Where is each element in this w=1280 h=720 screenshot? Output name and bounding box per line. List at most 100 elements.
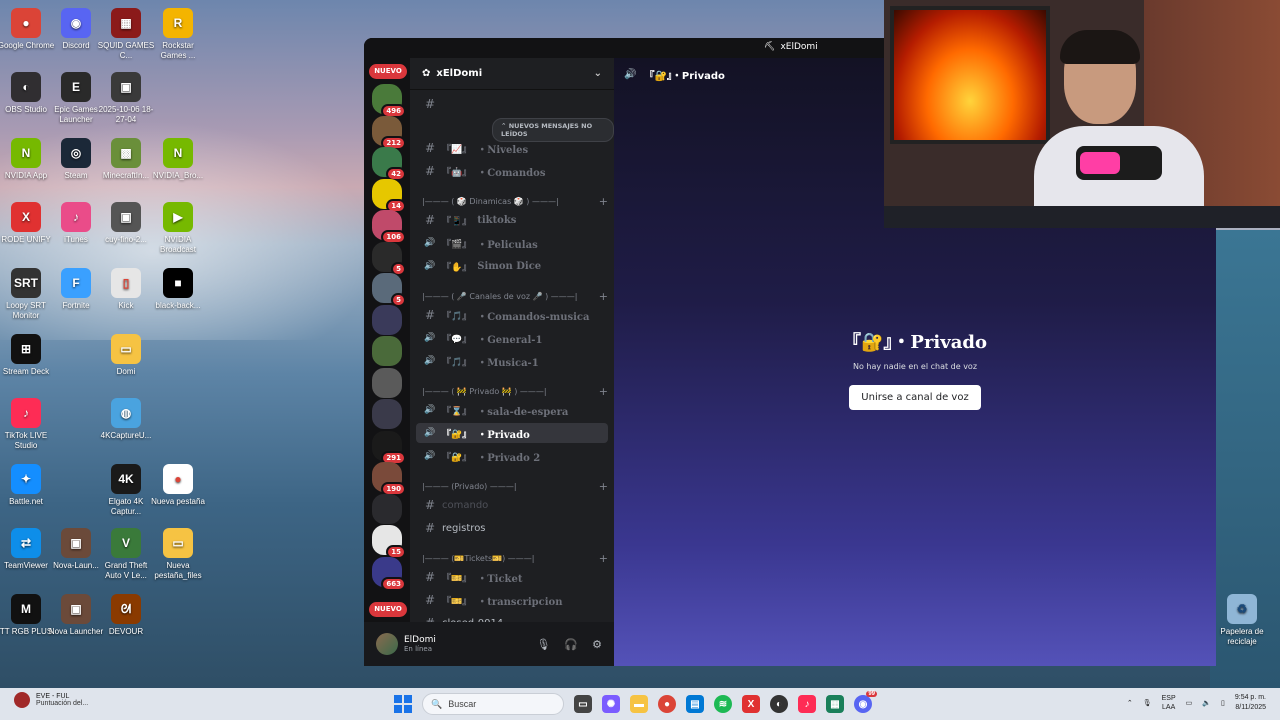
desktop-icon[interactable]: ⊞ Stream Deck [0, 334, 55, 377]
desktop-icon[interactable]: ▣ 2025-10-06 18-27-04 [97, 72, 155, 125]
avatar[interactable] [376, 633, 398, 655]
tiktok-icon[interactable]: ♪ [798, 695, 816, 713]
server-icon[interactable] [372, 399, 402, 429]
desktop-icon[interactable]: ▦ SQUID GAMES C... [97, 8, 155, 61]
server-icon[interactable]: 106 [372, 210, 406, 244]
text-channel[interactable]: # comando [416, 495, 608, 515]
channel-category[interactable]: |——— ( 🎲 Dinamicas 🎲 ) ———| + [422, 194, 608, 208]
desktop-icon[interactable]: ▭ Domi [97, 334, 155, 377]
server-icon[interactable]: 14 [372, 178, 406, 213]
server-icon[interactable]: 190 [372, 462, 406, 496]
desktop-icon[interactable]: ▩ MinecraftIn... [97, 138, 155, 181]
add-channel-icon[interactable]: + [599, 385, 608, 398]
desktop-icon[interactable]: ▯ Kick [97, 268, 155, 311]
discord-taskbar-icon[interactable]: ◉ 99 [854, 691, 877, 713]
volume-icon[interactable]: 🔈 [1202, 699, 1211, 707]
spotify-icon[interactable]: ≋ [714, 695, 732, 713]
desktop-icon[interactable]: ▶ NVIDIA Broadcast [149, 202, 207, 255]
voice-channel[interactable]: 🔊 『💬』 ・General-1 [416, 328, 608, 348]
hash-icon: # [424, 593, 436, 607]
channel-category[interactable]: |——— (🎫Tickets🎫) ———| + [422, 551, 608, 565]
desktop-icon[interactable]: 4K Elgato 4K Captur... [97, 464, 155, 517]
channel-category[interactable]: |——— (Privado) ———| + [422, 479, 608, 493]
desktop-icon[interactable]: ✦ Battle.net [0, 464, 55, 507]
add-channel-icon[interactable]: + [599, 552, 608, 565]
desktop-icon[interactable]: ♪ TikTok LIVE Studio [0, 398, 55, 451]
chevron-up-icon[interactable]: ⌃ [1127, 699, 1133, 707]
voice-channel[interactable]: 🔊 『🔐』 ・Privado 2 [416, 446, 608, 466]
clock[interactable]: 9:54 p. m. 8/11/2025 [1235, 693, 1266, 713]
hash-icon: # [424, 308, 436, 322]
network-icon[interactable]: ▭ [1186, 699, 1193, 707]
microphone-icon[interactable]: 🎙 [536, 638, 550, 651]
file-explorer-icon[interactable]: ▬ [630, 695, 648, 713]
text-channel[interactable]: # 『📈』 ・Niveles [416, 138, 608, 158]
text-channel[interactable]: # 『🎫』 ・transcripcion [416, 590, 608, 610]
server-icon[interactable]: 663 [372, 556, 406, 591]
desktop-icon-label: Elgato 4K Captur... [108, 497, 144, 516]
desktop-icon[interactable]: ◍ 4KCaptureU... [97, 398, 155, 441]
desktop-icon[interactable]: N NVIDIA_Bro... [149, 138, 207, 181]
voice-channel-title: 『🔐』・Privado [843, 332, 987, 353]
add-channel-icon[interactable]: + [599, 480, 608, 493]
nuevo-badge-top[interactable]: NUEVO [369, 64, 407, 79]
desktop-icon[interactable]: ▣ cuy-fino-2... [97, 202, 155, 245]
desktop-icon[interactable]: ▭ Nueva pestaña_files [149, 528, 207, 581]
desktop-icon-label: Nueva pestaña [151, 497, 205, 506]
desktop-icon[interactable]: R Rockstar Games ... [149, 8, 207, 61]
settings-gear-icon[interactable]: ⚙ [592, 638, 602, 651]
language-indicator[interactable]: ESP LAA [1162, 694, 1176, 712]
windows-start-icon[interactable] [394, 695, 412, 713]
server-icon[interactable]: 42 [372, 147, 406, 181]
copilot-icon[interactable]: ✺ [602, 695, 620, 713]
app-icon: ⇄ [11, 528, 41, 558]
desktop-icon[interactable]: ■ black-back... [149, 268, 207, 311]
rode-icon[interactable]: X [742, 695, 760, 713]
channel-category[interactable]: |——— ( 🎤 Canales de voz 🎤 ) ———| + [422, 289, 608, 303]
headphones-icon[interactable]: 🎧 [564, 638, 578, 651]
voice-channel[interactable]: 🔊 『🎬』 ・Peliculas [416, 233, 608, 253]
recycle-bin[interactable]: ♻ Papelera de reciclaje [1212, 594, 1272, 647]
text-channel[interactable]: # 『🎵』 ・Comandos-musica [416, 305, 608, 325]
server-icon[interactable] [372, 304, 402, 335]
text-channel[interactable]: # 『🤖』 ・Comandos [416, 161, 608, 181]
battery-icon[interactable]: ▯ [1221, 699, 1225, 707]
speaker-icon: 🔊 [424, 238, 436, 248]
taskbar-search[interactable]: 🔍 Buscar [422, 693, 564, 715]
channel-name: ・Privado [477, 429, 530, 441]
taskbar-notification[interactable]: EVE - FUL Puntuación del... [14, 692, 88, 708]
channel-category[interactable]: |——— ( 🚧 Privado 🚧 ) ———| + [422, 384, 608, 398]
server-icon[interactable]: 5 [372, 241, 406, 276]
server-icon[interactable] [372, 493, 402, 524]
mic-tray-icon[interactable]: 🎙 [1143, 699, 1152, 707]
server-icon[interactable]: 496 [372, 84, 406, 118]
store-icon[interactable]: ▤ [686, 695, 704, 713]
add-channel-icon[interactable]: + [599, 290, 608, 303]
chrome-icon[interactable]: ● [658, 695, 676, 713]
text-channel[interactable]: # 『🎫』 ・Ticket [416, 567, 608, 587]
voice-channel[interactable]: 🔊 『⌛』 ・sala-de-espera [416, 400, 608, 420]
server-icon[interactable] [372, 336, 402, 366]
nuevo-badge-bottom[interactable]: NUEVO [369, 602, 407, 617]
task-view-icon[interactable]: ▭ [574, 695, 592, 713]
server-icon[interactable]: 15 [372, 525, 406, 559]
text-channel[interactable]: # 『📱』 tiktoks [416, 210, 608, 230]
server-icon[interactable]: 5 [372, 273, 406, 307]
server-icon[interactable]: 291 [372, 430, 406, 465]
join-voice-button[interactable]: Unirse a canal de voz [849, 385, 981, 410]
desktop-icon[interactable]: V Grand Theft Auto V Le... [97, 528, 155, 581]
app-icon: R [163, 8, 193, 38]
server-icon[interactable]: 212 [372, 115, 406, 150]
desktop-icon[interactable]: ● Nueva pestaña [149, 464, 207, 507]
text-channel[interactable]: # registros [416, 518, 608, 538]
voice-channel[interactable]: 🔊 『✋』 Simon Dice [416, 256, 608, 276]
obs-icon[interactable]: ◐ [770, 695, 788, 713]
voice-channel[interactable]: 🔊 『🔐』 ・Privado [416, 423, 608, 443]
desktop-icon[interactable]: ᘛ DEVOUR [97, 594, 155, 637]
sheets-icon[interactable]: ▦ [826, 695, 844, 713]
server-header[interactable]: ✿ xElDomi ⌄ [410, 58, 614, 90]
hash-icon: # [424, 141, 436, 155]
add-channel-icon[interactable]: + [599, 195, 608, 208]
voice-channel[interactable]: 🔊 『🎵』 ・Musica-1 [416, 351, 608, 371]
server-icon[interactable] [372, 367, 402, 398]
